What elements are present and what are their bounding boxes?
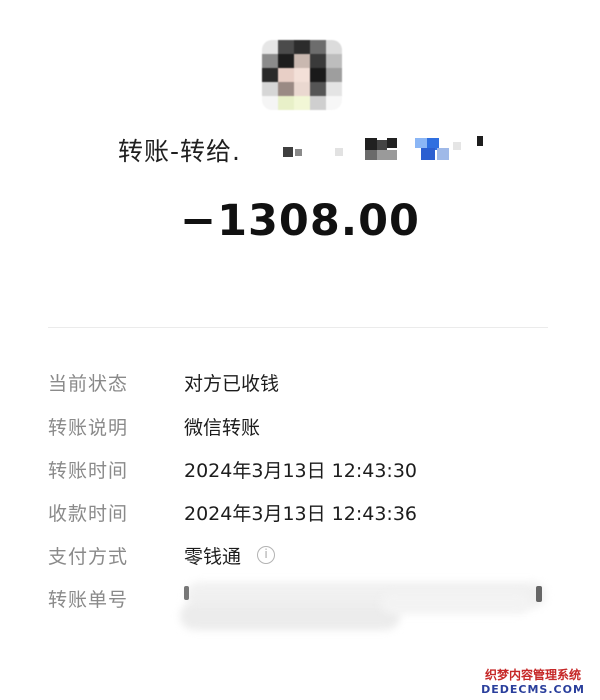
receive-time-value: 2024年3月13日 12:43:36: [184, 502, 417, 525]
divider: [48, 327, 548, 328]
detail-row-receive-time: 收款时间 2024年3月13日 12:43:36: [48, 494, 417, 530]
note-label: 转账说明: [48, 416, 129, 439]
order-number-redacted: [180, 578, 550, 634]
transfer-time-label: 转账时间: [48, 459, 129, 482]
avatar: [262, 40, 342, 110]
payment-method-text: 零钱通: [184, 545, 242, 568]
detail-row-status: 当前状态 对方已收钱: [48, 364, 279, 400]
transfer-title: 转账-转给.: [118, 137, 241, 166]
watermark-cn: 织梦内容管理系统: [484, 668, 581, 682]
receive-time-label: 收款时间: [48, 502, 129, 525]
order-number-label: 转账单号: [48, 588, 129, 611]
watermark-en: DEDECMS.COM: [481, 683, 585, 696]
detail-row-order-number: 转账单号: [48, 580, 184, 616]
detail-row-payment-method: 支付方式 零钱通 i: [48, 537, 276, 573]
info-icon[interactable]: i: [257, 546, 276, 564]
detail-row-note: 转账说明 微信转账: [48, 408, 260, 444]
transfer-title-row: 转账-转给.: [118, 130, 485, 170]
payment-method-value: 零钱通 i: [184, 542, 276, 569]
transfer-time-value: 2024年3月13日 12:43:30: [184, 459, 417, 482]
transfer-amount: −1308.00: [180, 196, 420, 246]
detail-row-transfer-time: 转账时间 2024年3月13日 12:43:30: [48, 451, 417, 487]
note-value: 微信转账: [184, 416, 261, 439]
recipient-name-masked: [255, 130, 485, 170]
watermark: 织梦内容管理系统 DEDECMS.COM: [472, 666, 594, 696]
status-value: 对方已收钱: [184, 372, 280, 395]
status-label: 当前状态: [48, 372, 129, 395]
payment-method-label: 支付方式: [48, 545, 129, 568]
